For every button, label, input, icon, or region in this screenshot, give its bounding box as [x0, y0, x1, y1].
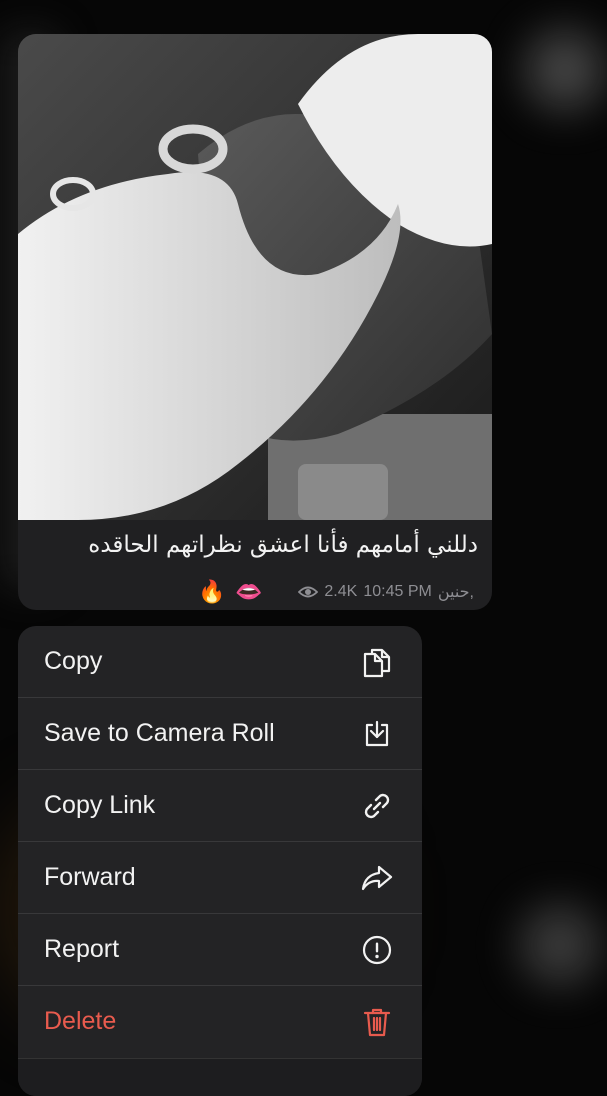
link-icon [360, 789, 394, 823]
menu-overflow [18, 1058, 422, 1096]
menu-item-copy[interactable]: Copy [18, 626, 422, 698]
message-caption: دللني أمامهم فأنا اعشق نظراتهم الحاقده [88, 532, 478, 558]
message-author: حنين, [437, 584, 474, 601]
message-time: 10:45 PM [363, 583, 432, 600]
background-blur [520, 905, 600, 985]
menu-item-label: Delete [44, 1007, 117, 1035]
menu-item-forward[interactable]: Forward [18, 842, 422, 914]
menu-item-label: Copy [44, 647, 103, 675]
menu-item-label: Forward [44, 863, 136, 891]
message-bubble[interactable]: دللني أمامهم فأنا اعشق نظراتهم الحاقده 🔥… [18, 34, 492, 610]
reactions[interactable]: 🔥 👄 [198, 579, 263, 605]
reaction-fire[interactable]: 🔥 [198, 579, 225, 605]
message-photo[interactable] [18, 34, 492, 520]
trash-icon [360, 1005, 394, 1039]
copy-icon [360, 645, 394, 679]
eye-icon [298, 586, 319, 598]
menu-item-label: Report [44, 935, 120, 963]
forward-icon [360, 861, 394, 895]
menu-item-save-to-camera-roll[interactable]: Save to Camera Roll [18, 698, 422, 770]
menu-item-label: Copy Link [44, 791, 156, 819]
context-menu: Copy Save to Camera Roll Copy Link Forwa… [18, 626, 422, 1096]
message-meta: 🔥 👄 2.4K 10:45 PM حنين, [198, 578, 474, 606]
message-stats: 2.4K 10:45 PM حنين, [298, 582, 474, 602]
view-count: 2.4K [324, 583, 358, 600]
reaction-lips[interactable]: 👄 [235, 579, 262, 605]
background-blur [525, 30, 605, 110]
menu-item-report[interactable]: Report [18, 914, 422, 986]
report-icon [360, 933, 394, 967]
menu-item-copy-link[interactable]: Copy Link [18, 770, 422, 842]
menu-item-label: Save to Camera Roll [44, 719, 275, 747]
save-to-camera-roll-icon [360, 717, 394, 751]
menu-item-delete[interactable]: Delete [18, 986, 422, 1057]
